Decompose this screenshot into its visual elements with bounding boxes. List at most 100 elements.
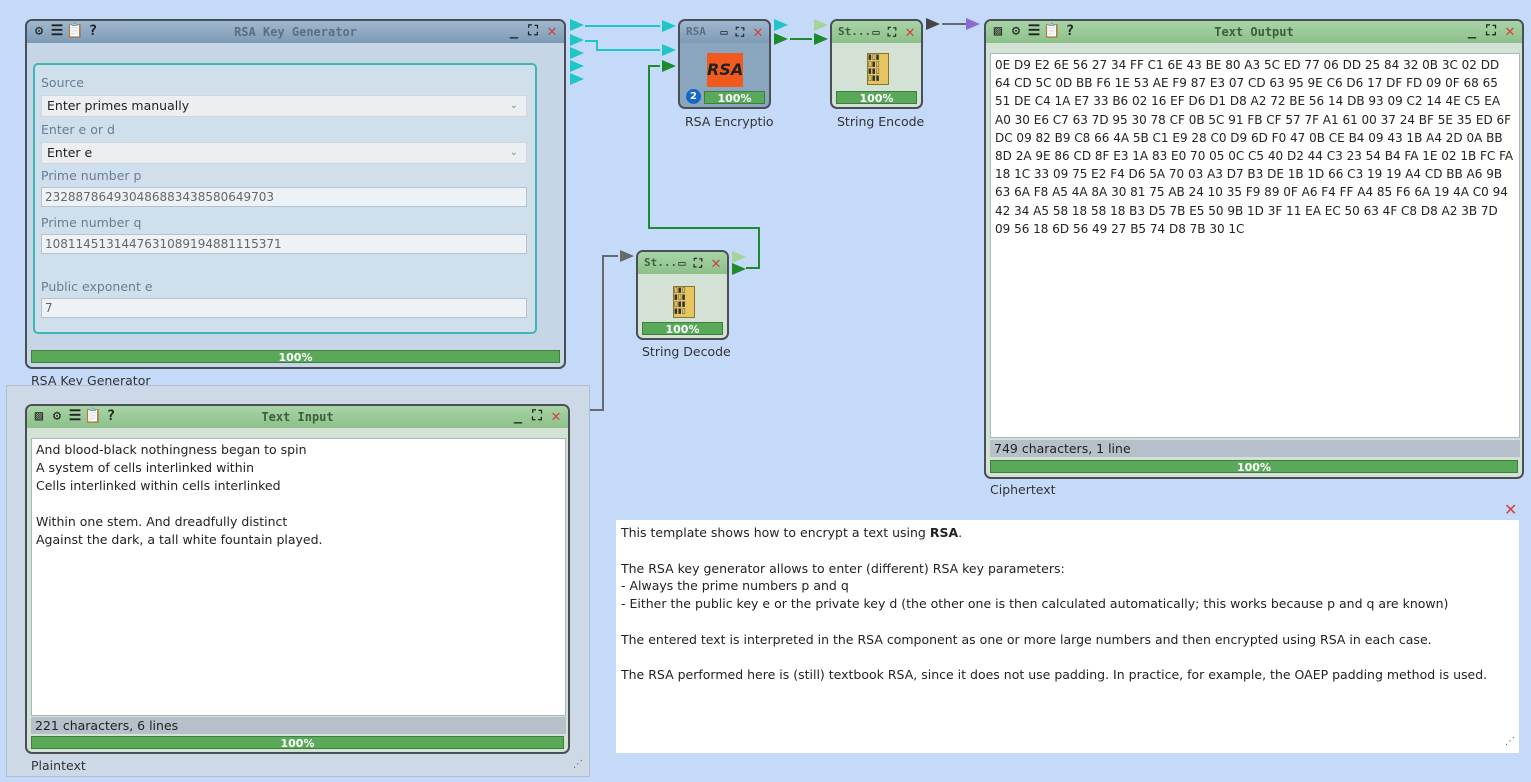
minimize-icon[interactable]: _ bbox=[506, 23, 522, 39]
public-exponent-input[interactable]: 7 bbox=[41, 298, 527, 318]
prime-q-input[interactable]: 108114513144763108919488111537​1 bbox=[41, 234, 527, 254]
chevron-down-icon: ⌄ bbox=[509, 100, 518, 111]
ciphertext-output[interactable]: 0E D9 E2 6E 56 27 34 FF C1 6E 43 BE 80 A… bbox=[990, 53, 1520, 438]
gear-icon[interactable]: ⚙ bbox=[49, 408, 65, 424]
close-icon[interactable]: ✕ bbox=[1502, 23, 1518, 39]
template-description: This template shows how to encrypt a tex… bbox=[616, 520, 1519, 753]
close-icon[interactable]: ✕ bbox=[548, 408, 564, 424]
port-rsa-in-1 bbox=[662, 20, 676, 32]
port-keygen-out-4 bbox=[570, 60, 584, 72]
maximize-icon[interactable]: ⛶ bbox=[732, 24, 748, 40]
close-icon[interactable]: ✕ bbox=[544, 23, 560, 39]
port-encode-in bbox=[814, 19, 828, 31]
maximize-icon[interactable]: ⛶ bbox=[529, 408, 545, 424]
source-select-value: Enter primes manually bbox=[47, 98, 190, 113]
rsa-logo: RSA bbox=[707, 53, 743, 87]
connector-keygen-to-rsa-2 bbox=[585, 40, 660, 51]
close-icon[interactable]: ✕ bbox=[902, 24, 918, 40]
key-generator-titlebar[interactable]: ⚙ ☰ 📋 ? RSA Key Generator _ ⛶ ✕ bbox=[27, 21, 564, 43]
prime-p-input[interactable]: 23288786493048688343858064970​3 bbox=[41, 187, 527, 207]
help-icon[interactable]: ? bbox=[103, 408, 119, 424]
rsa-titlebar[interactable]: RSA ▭ ⛶ ✕ bbox=[680, 21, 769, 43]
key-parameters-panel: Source Enter primes manually ⌄ Enter e o… bbox=[33, 63, 537, 334]
clipboard-icon[interactable]: 📋 bbox=[84, 408, 101, 424]
maximize-icon[interactable]: ⛶ bbox=[690, 255, 706, 271]
rsa-progress: 100% bbox=[704, 91, 765, 105]
e-or-d-select[interactable]: Enter e ⌄ bbox=[41, 142, 527, 164]
port-rsa-out-1 bbox=[774, 19, 788, 31]
resize-grip-icon[interactable]: ⋰ bbox=[1505, 733, 1515, 751]
clipboard-icon[interactable]: 📋 bbox=[1043, 23, 1060, 39]
string-decode-caption: String Decode bbox=[642, 344, 731, 359]
key-generator-progress: 100% bbox=[31, 350, 560, 364]
minimize-icon[interactable]: ▭ bbox=[716, 24, 732, 40]
minimize-icon[interactable]: _ bbox=[1464, 23, 1480, 39]
prime-q-label: Prime number q bbox=[41, 215, 142, 230]
picture-icon[interactable]: ▨ bbox=[31, 408, 47, 424]
port-decode-in bbox=[620, 250, 634, 262]
help-icon[interactable]: ? bbox=[1062, 23, 1078, 39]
string-encode-titlebar[interactable]: St... ▭ ⛶ ✕ bbox=[832, 21, 921, 43]
port-rsa-in-2 bbox=[662, 44, 676, 56]
port-rsa-in-3 bbox=[662, 60, 676, 72]
note-paragraph-4: The RSA performed here is (still) textbo… bbox=[621, 667, 1488, 683]
string-encode-title: St... bbox=[838, 25, 872, 38]
text-input-caption: Plaintext bbox=[31, 758, 86, 773]
maximize-icon[interactable]: ⛶ bbox=[525, 23, 541, 39]
text-input-progress: 100% bbox=[31, 736, 564, 750]
picture-icon[interactable]: ▨ bbox=[990, 23, 1006, 39]
connector-input-to-decode bbox=[590, 255, 618, 411]
maximize-icon[interactable]: ⛶ bbox=[1483, 23, 1499, 39]
resize-grip-icon[interactable]: ⋰ bbox=[573, 758, 587, 772]
text-input-window[interactable]: ▨ ⚙ ☰ 📋 ? Text Input _ ⛶ ✕ And blood-bla… bbox=[25, 404, 570, 754]
port-output-in bbox=[966, 18, 980, 30]
close-icon[interactable]: ✕ bbox=[708, 255, 724, 271]
note-bullet-2: - Either the public key e or the private… bbox=[621, 596, 1449, 612]
plaintext-input[interactable]: And blood-black nothingness began to spi… bbox=[31, 438, 566, 716]
text-output-progress: 100% bbox=[990, 460, 1518, 474]
string-decode-progress: 100% bbox=[642, 322, 723, 336]
rsa-count-badge: 2 bbox=[686, 89, 701, 104]
menu-icon[interactable]: ☰ bbox=[1026, 23, 1042, 39]
e-or-d-label: Enter e or d bbox=[41, 122, 115, 137]
chevron-down-icon: ⌄ bbox=[509, 147, 518, 158]
string-decode-window[interactable]: St... ▭ ⛶ ✕ ▯▮▯ ▮▯▮ ▯▮▮ ▮▮▯ 100% bbox=[636, 250, 729, 340]
source-select[interactable]: Enter primes manually ⌄ bbox=[41, 95, 527, 117]
port-keygen-out-2 bbox=[570, 34, 584, 46]
key-generator-title: RSA Key Generator bbox=[234, 25, 357, 39]
minimize-icon[interactable]: ▭ bbox=[868, 24, 884, 40]
string-encode-progress: 100% bbox=[836, 91, 917, 105]
minimize-icon[interactable]: ▭ bbox=[674, 255, 690, 271]
port-rsa-out-2 bbox=[774, 33, 788, 45]
binary-file-icon: ▮▯▮ ▯▮▯ ▮▮▯ ▯▮▮ bbox=[867, 53, 889, 85]
close-icon[interactable]: ✕ bbox=[750, 24, 766, 40]
help-icon[interactable]: ? bbox=[85, 23, 101, 39]
note-p1-suffix: . bbox=[958, 525, 963, 540]
rsa-title: RSA bbox=[686, 25, 706, 38]
port-decode-out-2 bbox=[732, 263, 746, 275]
rsa-key-generator-window[interactable]: ⚙ ☰ 📋 ? RSA Key Generator _ ⛶ ✕ Source E… bbox=[25, 19, 566, 369]
string-decode-titlebar[interactable]: St... ▭ ⛶ ✕ bbox=[638, 252, 727, 274]
prime-p-label: Prime number p bbox=[41, 168, 142, 183]
text-output-title: Text Output bbox=[1214, 25, 1294, 39]
source-label: Source bbox=[41, 75, 84, 90]
minimize-icon[interactable]: _ bbox=[510, 408, 526, 424]
rsa-encryption-window[interactable]: RSA ▭ ⛶ ✕ RSA 2 100% bbox=[678, 19, 771, 109]
text-input-titlebar[interactable]: ▨ ⚙ ☰ 📋 ? Text Input _ ⛶ ✕ bbox=[27, 406, 568, 428]
clipboard-icon[interactable]: 📋 bbox=[66, 23, 83, 39]
string-decode-title: St... bbox=[644, 256, 678, 269]
gear-icon[interactable]: ⚙ bbox=[31, 23, 47, 39]
note-p1-text: This template shows how to encrypt a tex… bbox=[621, 525, 930, 540]
note-bullet-1: - Always the prime numbers p and q bbox=[621, 578, 849, 594]
text-output-titlebar[interactable]: ▨ ⚙ ☰ 📋 ? Text Output _ ⛶ ✕ bbox=[986, 21, 1522, 43]
string-encode-window[interactable]: St... ▭ ⛶ ✕ ▮▯▮ ▯▮▯ ▮▮▯ ▯▮▮ 100% bbox=[830, 19, 923, 109]
menu-icon[interactable]: ☰ bbox=[49, 23, 65, 39]
text-output-window[interactable]: ▨ ⚙ ☰ 📋 ? Text Output _ ⛶ ✕ 0E D9 E2 6E … bbox=[984, 19, 1524, 479]
maximize-icon[interactable]: ⛶ bbox=[884, 24, 900, 40]
rsa-encryption-caption: RSA Encryptio bbox=[685, 114, 774, 129]
note-close-icon[interactable]: ✕ bbox=[1504, 500, 1517, 519]
menu-icon[interactable]: ☰ bbox=[67, 408, 83, 424]
port-keygen-out-1 bbox=[570, 19, 584, 31]
text-output-caption: Ciphertext bbox=[990, 482, 1056, 497]
gear-icon[interactable]: ⚙ bbox=[1008, 23, 1024, 39]
